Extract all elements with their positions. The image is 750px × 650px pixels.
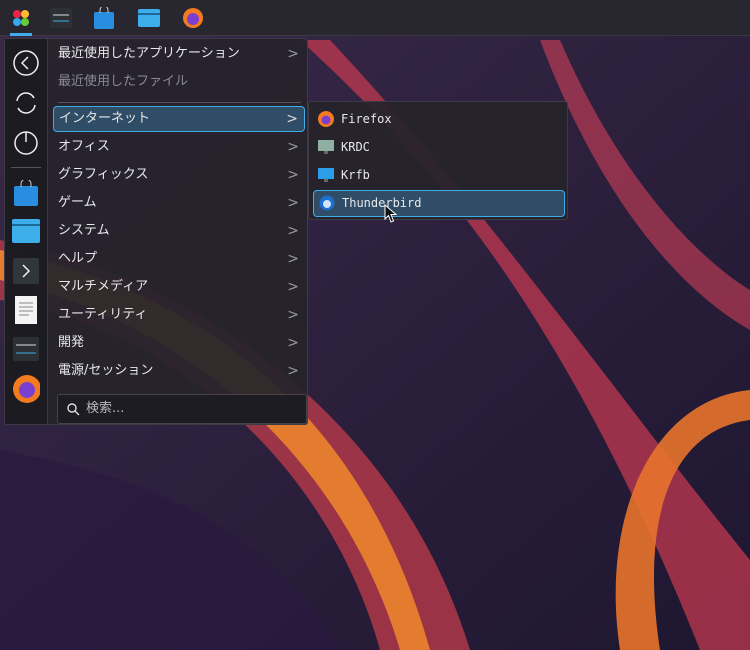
settings-icon[interactable] xyxy=(47,4,75,32)
item-label: システム xyxy=(58,223,110,238)
power-icon[interactable] xyxy=(12,129,40,157)
krdc-icon xyxy=(318,140,334,154)
submenu-item-firefox[interactable]: Firefox xyxy=(313,106,565,133)
refresh-icon[interactable] xyxy=(12,89,40,117)
submenu-item-krfb[interactable]: Krfb xyxy=(313,162,565,189)
krfb-icon xyxy=(318,168,334,182)
item-label: 最近使用したファイル xyxy=(58,74,189,89)
menu-item-internet[interactable]: インターネット > xyxy=(53,106,305,132)
menu-item-graphics[interactable]: グラフィックス > xyxy=(53,162,305,188)
chevron-right-icon: > xyxy=(287,335,299,351)
item-label: Krfb xyxy=(341,168,370,182)
search-placeholder: 検索... xyxy=(86,401,125,416)
discover-store-icon[interactable] xyxy=(90,4,118,32)
chevron-right-icon: > xyxy=(287,195,299,211)
chevron-right-icon: > xyxy=(287,139,299,155)
item-label: グラフィックス xyxy=(58,167,149,182)
top-panel xyxy=(0,0,750,36)
menu-item-help[interactable]: ヘルプ > xyxy=(53,246,305,272)
submenu-item-thunderbird[interactable]: Thunderbird xyxy=(313,190,565,217)
item-label: ヘルプ xyxy=(58,251,98,266)
chevron-right-icon: > xyxy=(287,167,299,183)
item-label: 開発 xyxy=(58,335,85,350)
search-icon xyxy=(67,403,80,416)
file-manager-icon[interactable] xyxy=(12,217,40,245)
back-icon[interactable] xyxy=(12,49,40,77)
file-manager-icon[interactable] xyxy=(135,4,163,32)
item-label: マルチメディア xyxy=(58,279,149,294)
item-label: Thunderbird xyxy=(342,196,422,210)
menu-item-recent-files: 最近使用したファイル xyxy=(53,69,305,95)
active-indicator xyxy=(10,33,32,36)
internet-submenu: Firefox KRDC Krfb Thunderbird xyxy=(308,101,568,220)
chevron-right-icon: > xyxy=(287,279,299,295)
firefox-icon[interactable] xyxy=(179,4,207,32)
item-label: KRDC xyxy=(341,140,370,154)
chevron-right-icon: > xyxy=(286,111,298,127)
thunderbird-icon xyxy=(319,195,335,211)
item-label: ゲーム xyxy=(58,195,97,210)
app-launcher-icon[interactable] xyxy=(7,4,35,32)
favorites-strip xyxy=(5,39,48,424)
item-label: Firefox xyxy=(341,112,392,126)
chevron-right-icon: > xyxy=(287,251,299,267)
item-label: オフィス xyxy=(58,139,110,154)
divider xyxy=(11,167,41,168)
terminal-icon[interactable] xyxy=(12,257,40,285)
item-label: 電源/セッション xyxy=(58,363,154,378)
chevron-right-icon: > xyxy=(287,46,299,62)
firefox-icon xyxy=(318,111,334,127)
menu-item-recent-apps[interactable]: 最近使用したアプリケーション > xyxy=(53,41,305,67)
item-label: ユーティリティ xyxy=(58,307,148,322)
chevron-right-icon: > xyxy=(287,223,299,239)
menu-item-power-session[interactable]: 電源/セッション > xyxy=(53,358,305,384)
chevron-right-icon: > xyxy=(287,363,299,379)
application-menu: 最近使用したアプリケーション > 最近使用したファイル インターネット > オフィス… xyxy=(4,38,308,425)
submenu-item-krdc[interactable]: KRDC xyxy=(313,134,565,161)
menu-item-utilities[interactable]: ユーティリティ > xyxy=(53,302,305,328)
settings-icon[interactable] xyxy=(12,335,40,363)
item-label: インターネット xyxy=(59,111,151,126)
menu-item-system[interactable]: システム > xyxy=(53,218,305,244)
menu-item-development[interactable]: 開発 > xyxy=(53,330,305,356)
search-input[interactable]: 検索... xyxy=(57,394,307,424)
text-editor-icon[interactable] xyxy=(12,296,40,324)
mouse-cursor-icon xyxy=(384,204,398,223)
discover-store-icon[interactable] xyxy=(12,179,40,207)
firefox-icon[interactable] xyxy=(12,375,40,403)
menu-item-multimedia[interactable]: マルチメディア > xyxy=(53,274,305,300)
menu-item-games[interactable]: ゲーム > xyxy=(53,190,305,216)
menu-item-office[interactable]: オフィス > xyxy=(53,134,305,160)
item-label: 最近使用したアプリケーション xyxy=(58,46,240,61)
chevron-right-icon: > xyxy=(287,307,299,323)
separator xyxy=(58,102,301,103)
